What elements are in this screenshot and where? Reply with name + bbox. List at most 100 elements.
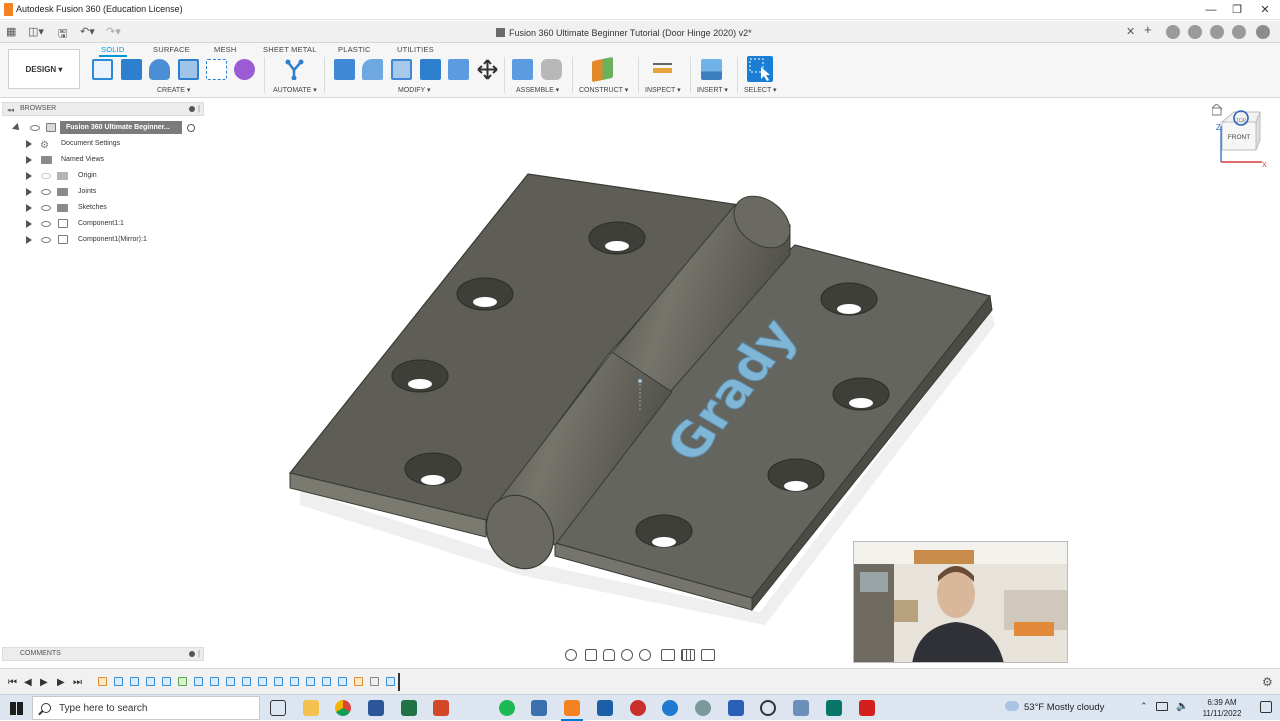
volume-icon[interactable]: 🔈 bbox=[1176, 701, 1188, 712]
excel-icon[interactable] bbox=[401, 700, 417, 716]
press-pull-icon[interactable] bbox=[334, 59, 355, 80]
assemble-menu[interactable]: ASSEMBLE ▾ bbox=[516, 86, 559, 94]
select-menu[interactable]: SELECT ▾ bbox=[744, 86, 777, 94]
spotify-icon[interactable] bbox=[499, 700, 515, 716]
tab-sheet-metal[interactable]: SHEET METAL bbox=[263, 45, 317, 54]
document-tab[interactable]: Fusion 360 Ultimate Beginner Tutorial (D… bbox=[496, 24, 752, 42]
workspace-switcher[interactable]: DESIGN ▾ bbox=[8, 49, 80, 89]
offset-face-icon[interactable] bbox=[448, 59, 469, 80]
acrobat-icon[interactable] bbox=[859, 700, 875, 716]
browser-item-component1-mirror[interactable]: Component1(Mirror):1 bbox=[24, 232, 202, 247]
app-icon[interactable] bbox=[793, 700, 809, 716]
publisher-icon[interactable] bbox=[826, 700, 842, 716]
timeline-marker[interactable] bbox=[398, 673, 400, 691]
tab-utilities[interactable]: UTILITIES bbox=[397, 45, 434, 54]
expand-arrow-icon[interactable] bbox=[26, 203, 32, 212]
expand-arrow-icon[interactable] bbox=[26, 187, 32, 196]
create-menu[interactable]: CREATE ▾ bbox=[157, 86, 190, 94]
display-settings-icon[interactable] bbox=[661, 649, 675, 661]
visibility-eye-icon[interactable] bbox=[41, 172, 51, 179]
viewports-icon[interactable] bbox=[701, 649, 715, 661]
expand-arrow-icon[interactable] bbox=[26, 235, 32, 244]
construct-menu[interactable]: CONSTRUCT ▾ bbox=[579, 86, 628, 94]
comments-panel-header[interactable]: COMMENTS | bbox=[2, 647, 204, 661]
go-to-start-icon[interactable]: ⏮ bbox=[8, 677, 17, 688]
shell-icon[interactable] bbox=[391, 59, 412, 80]
extrude-icon[interactable] bbox=[121, 59, 142, 80]
tab-mesh[interactable]: MESH bbox=[214, 45, 236, 54]
timeline-feature-icon[interactable] bbox=[242, 677, 251, 686]
extensions-icon[interactable] bbox=[1166, 25, 1180, 39]
browser-pin-icon[interactable] bbox=[189, 106, 195, 112]
undo-icon[interactable]: ↶▾ bbox=[80, 25, 95, 38]
comments-resize-icon[interactable]: | bbox=[198, 649, 200, 658]
tab-solid[interactable]: SOLID bbox=[99, 45, 127, 57]
timeline-feature-icon[interactable] bbox=[386, 677, 395, 686]
timeline-feature-icon[interactable] bbox=[130, 677, 139, 686]
timeline-feature-icon[interactable] bbox=[290, 677, 299, 686]
activate-radio-icon[interactable] bbox=[187, 124, 195, 132]
view-cube[interactable]: Z X FRONT TOP bbox=[1205, 103, 1274, 174]
timeline-feature-icon[interactable] bbox=[98, 677, 107, 686]
browser-item-joints[interactable]: Joints bbox=[24, 184, 202, 199]
file-explorer-icon[interactable] bbox=[303, 700, 319, 716]
viewcube-front-face[interactable]: FRONT bbox=[1228, 134, 1250, 141]
move-icon[interactable] bbox=[477, 59, 498, 80]
maximize-button[interactable]: ❐ bbox=[1222, 2, 1252, 18]
weather-icon[interactable] bbox=[1005, 701, 1019, 711]
browser-item-named-views[interactable]: Named Views bbox=[24, 152, 202, 167]
visibility-eye-icon[interactable] bbox=[41, 236, 51, 243]
taskbar-clock[interactable]: 6:39 AM 11/11/2022 bbox=[1196, 697, 1248, 719]
browser-root-row[interactable]: Fusion 360 Ultimate Beginner... bbox=[12, 120, 202, 135]
timeline-feature-icon[interactable] bbox=[338, 677, 347, 686]
timeline-feature-icon[interactable] bbox=[306, 677, 315, 686]
browser-panel-header[interactable]: ◂◂ BROWSER | bbox=[2, 102, 204, 116]
expand-arrow-icon[interactable] bbox=[26, 219, 32, 228]
timeline-feature-icon[interactable] bbox=[178, 677, 187, 686]
revolve-icon[interactable] bbox=[149, 59, 170, 80]
app-icon[interactable] bbox=[597, 700, 613, 716]
browser-item-component1[interactable]: Component1:1 bbox=[24, 216, 202, 231]
fusion-360-taskbar-icon[interactable] bbox=[561, 700, 583, 721]
redo-icon[interactable]: ↷▾ bbox=[106, 25, 121, 38]
automate-menu[interactable]: AUTOMATE ▾ bbox=[273, 86, 317, 94]
timeline-feature-icon[interactable] bbox=[194, 677, 203, 686]
obs-icon[interactable] bbox=[760, 700, 776, 716]
fillet-icon[interactable] bbox=[362, 59, 383, 80]
app-icon[interactable] bbox=[662, 700, 678, 716]
network-icon[interactable] bbox=[1156, 702, 1168, 711]
chrome-icon[interactable] bbox=[335, 700, 351, 716]
3d-viewport[interactable]: Grady bbox=[205, 98, 1280, 668]
save-icon[interactable]: 🖫 bbox=[58, 25, 67, 44]
step-forward-icon[interactable]: ▶ bbox=[57, 677, 65, 688]
insert-canvas-icon[interactable] bbox=[701, 59, 722, 80]
timeline-feature-icon[interactable] bbox=[258, 677, 267, 686]
timeline-feature-icon[interactable] bbox=[226, 677, 235, 686]
timeline-feature-icon[interactable] bbox=[274, 677, 283, 686]
close-window-button[interactable]: ✕ bbox=[1250, 2, 1280, 18]
timeline-feature-icon[interactable] bbox=[210, 677, 219, 686]
form-icon[interactable] bbox=[234, 59, 255, 80]
measure-icon[interactable] bbox=[652, 59, 673, 80]
notifications-icon[interactable] bbox=[1210, 25, 1224, 39]
timeline-feature-icon[interactable] bbox=[354, 677, 363, 686]
viewcube-top-face[interactable]: TOP bbox=[1236, 118, 1247, 124]
offset-plane-icon[interactable] bbox=[592, 56, 613, 83]
zoom-icon[interactable] bbox=[621, 649, 633, 661]
pattern-icon[interactable] bbox=[206, 59, 227, 80]
timeline-feature-icon[interactable] bbox=[146, 677, 155, 686]
powerpoint-icon[interactable] bbox=[433, 700, 449, 716]
insert-menu[interactable]: INSERT ▾ bbox=[697, 86, 728, 94]
expand-arrow-icon[interactable] bbox=[26, 139, 32, 148]
close-tab-icon[interactable]: ✕ bbox=[1126, 25, 1135, 38]
go-to-end-icon[interactable]: ⏭ bbox=[73, 677, 82, 688]
combine-icon[interactable] bbox=[420, 59, 441, 80]
timeline-feature-icon[interactable] bbox=[322, 677, 331, 686]
play-icon[interactable]: ▶ bbox=[40, 677, 48, 688]
file-menu-icon[interactable]: ◫▾ bbox=[28, 25, 44, 38]
comments-pin-icon[interactable] bbox=[189, 651, 195, 657]
new-component-icon[interactable] bbox=[512, 59, 533, 80]
app-icon[interactable] bbox=[630, 700, 646, 716]
taskbar-search[interactable]: Type here to search bbox=[32, 696, 260, 720]
task-view-icon[interactable] bbox=[270, 700, 286, 716]
